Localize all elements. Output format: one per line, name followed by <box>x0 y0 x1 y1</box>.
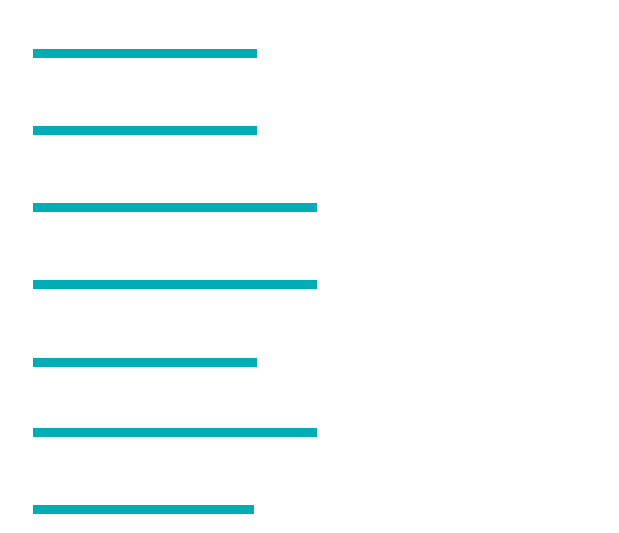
placeholder-line <box>33 428 317 437</box>
placeholder-line <box>33 126 257 135</box>
placeholder-line <box>33 505 254 514</box>
page-canvas <box>0 0 619 533</box>
placeholder-line <box>33 280 317 289</box>
placeholder-line <box>33 203 317 212</box>
placeholder-line <box>33 49 257 58</box>
placeholder-line <box>33 358 257 367</box>
